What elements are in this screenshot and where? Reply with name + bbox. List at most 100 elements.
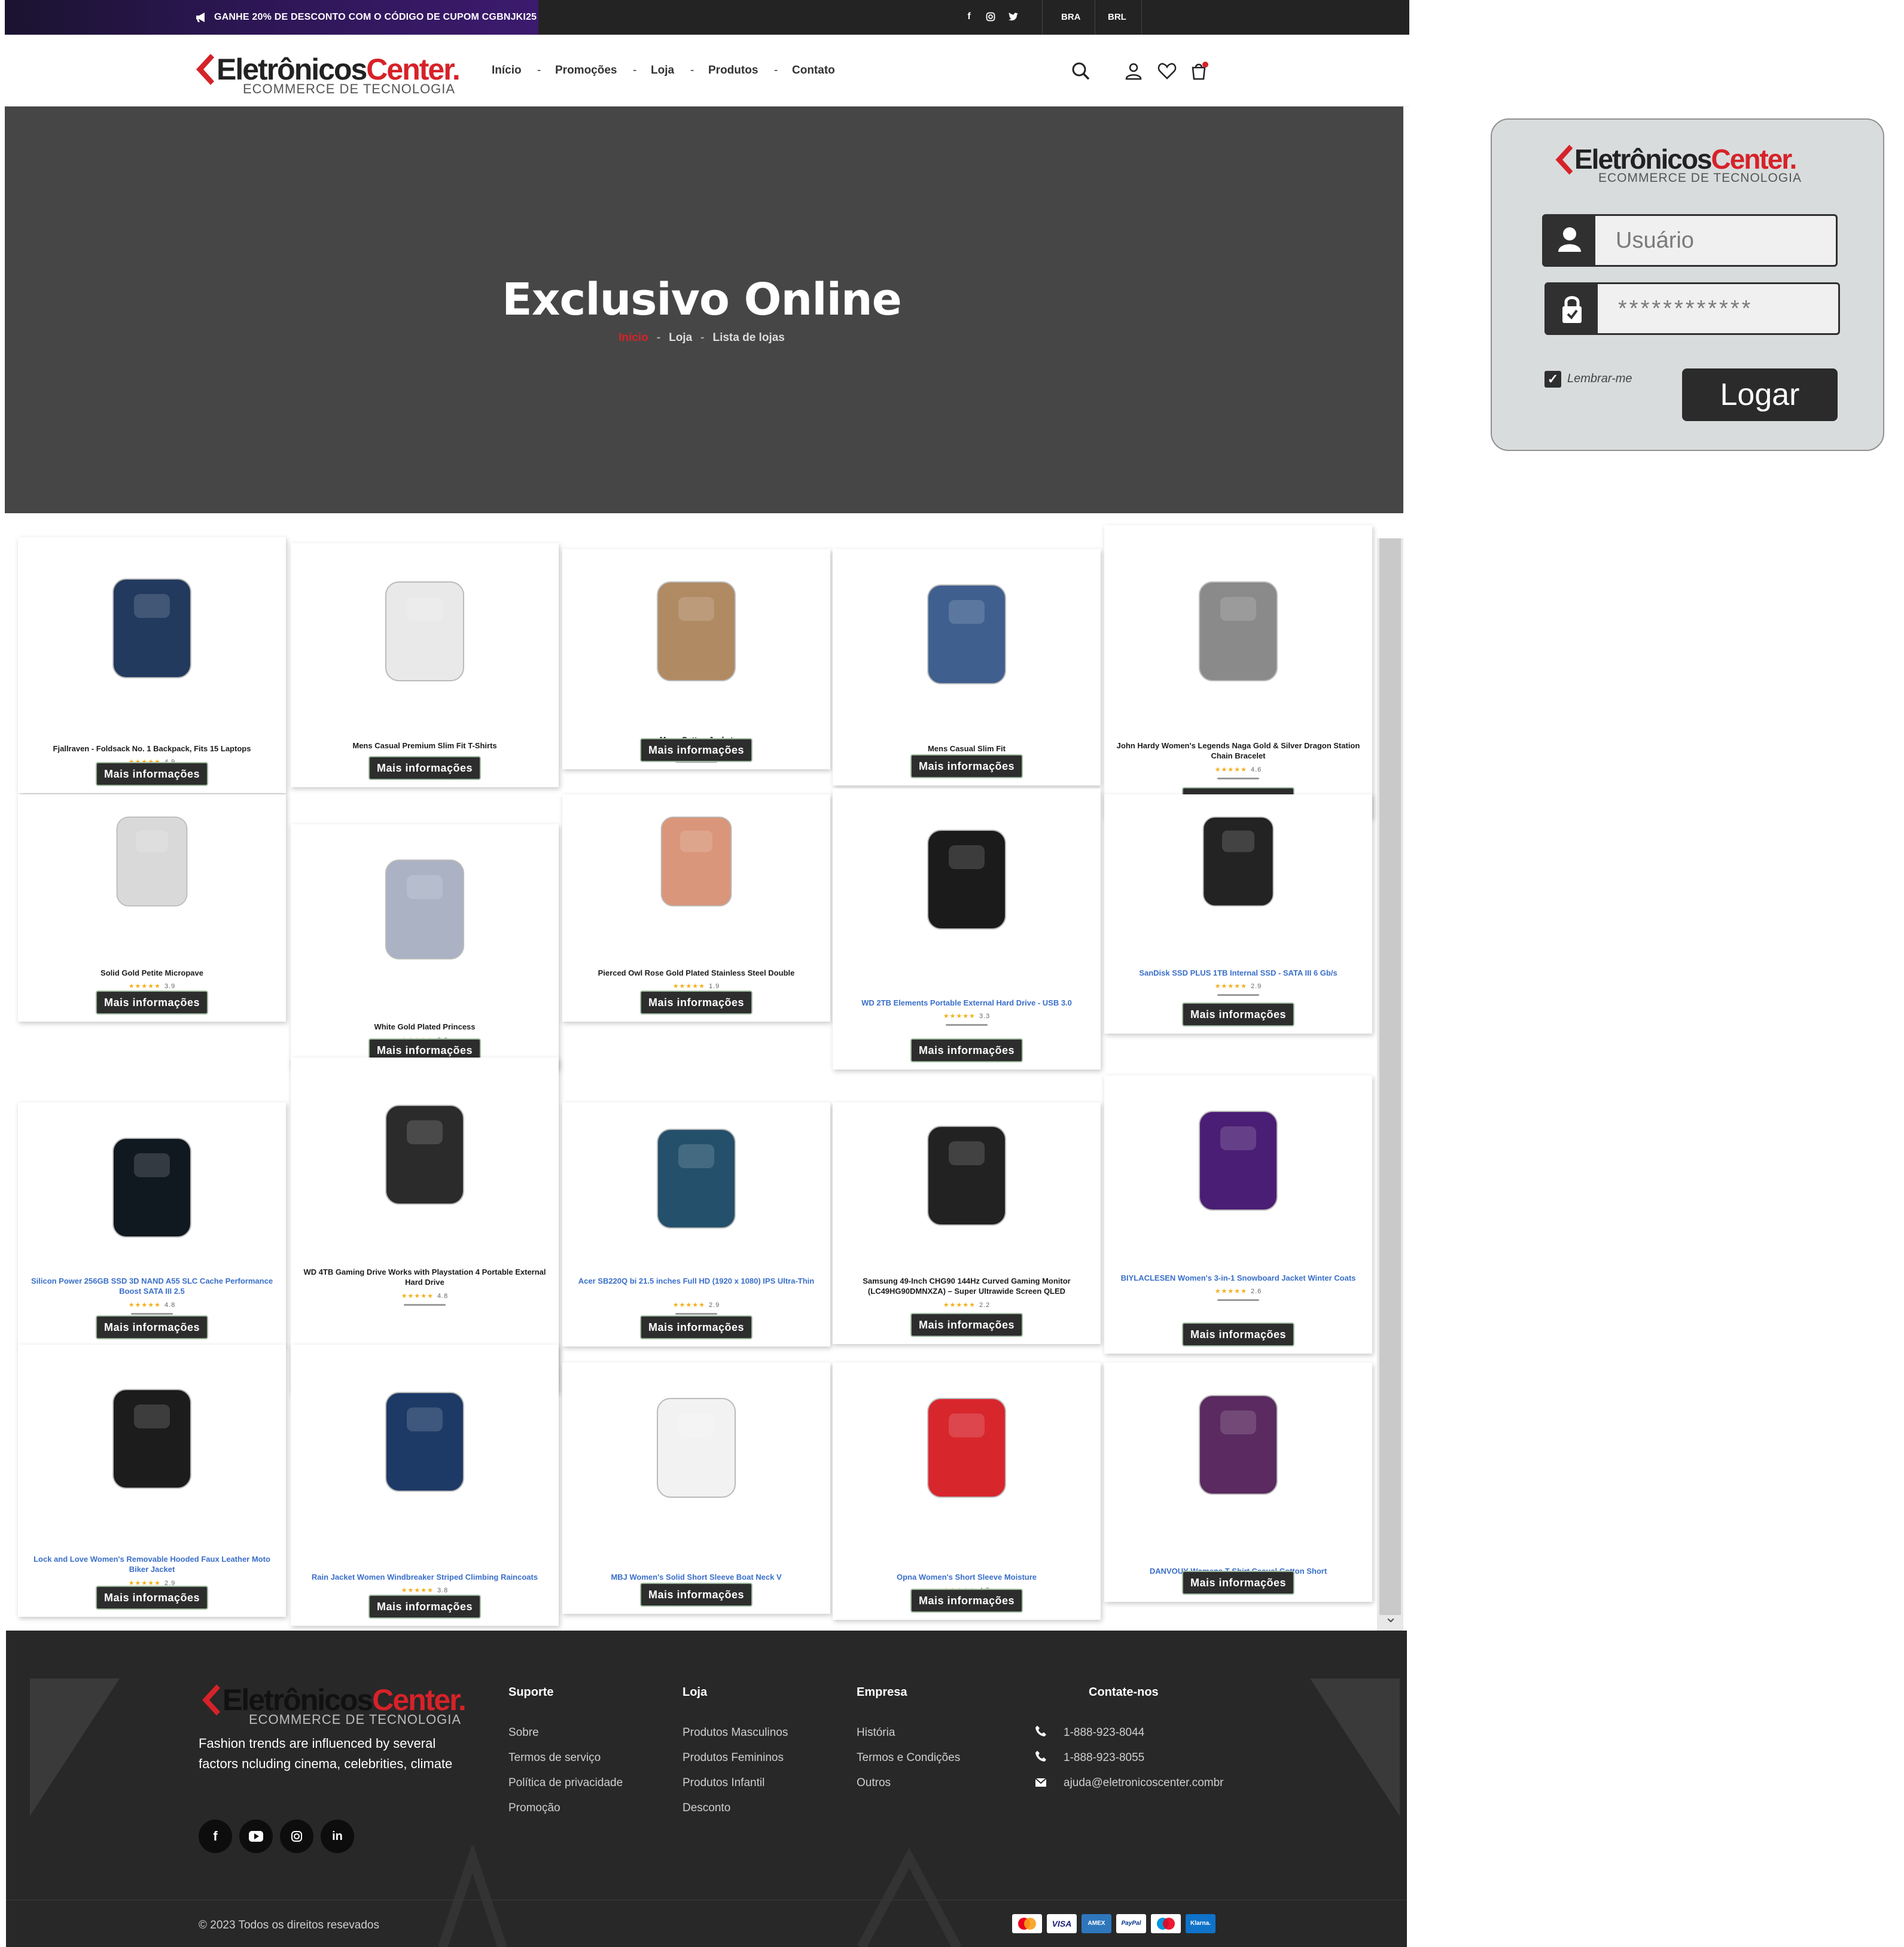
product-name[interactable]: White Gold Plated Princess <box>298 1022 552 1032</box>
product-name[interactable]: Fjallraven - Foldsack No. 1 Backpack, Fi… <box>25 744 279 754</box>
product-name[interactable]: WD 2TB Elements Portable External Hard D… <box>840 998 1093 1008</box>
product-name[interactable]: Pierced Owl Rose Gold Plated Stainless S… <box>569 968 823 978</box>
product-card[interactable]: Fjallraven - Foldsack No. 1 Backpack, Fi… <box>18 537 286 793</box>
product-image[interactable] <box>562 555 830 705</box>
footer-link[interactable]: Desconto <box>683 1802 730 1815</box>
footer-link[interactable]: Termos e Condições <box>857 1751 960 1765</box>
remember-me-checkbox[interactable]: ✓ <box>1544 371 1561 388</box>
more-info-button[interactable]: Mais informações <box>910 1038 1023 1062</box>
more-info-button[interactable]: Mais informações <box>910 1589 1023 1613</box>
product-image[interactable] <box>291 1351 559 1530</box>
instagram-icon[interactable] <box>280 1820 313 1853</box>
facebook-icon[interactable]: f <box>199 1820 232 1853</box>
product-image[interactable] <box>833 794 1101 962</box>
footer-link[interactable]: Sobre <box>508 1726 539 1739</box>
product-image[interactable] <box>1104 531 1372 729</box>
product-card[interactable]: Opna Women's Short Sleeve Moisture★★★★★4… <box>833 1363 1101 1620</box>
more-info-button[interactable]: Mais informações <box>910 1313 1023 1337</box>
footer-link[interactable]: Produtos Masculinos <box>683 1726 788 1739</box>
product-image[interactable] <box>18 543 286 711</box>
product-card[interactable]: Mens Casual Premium Slim Fit T-Shirts★★★… <box>291 543 559 787</box>
product-card[interactable]: Acer SB220Q bi 21.5 inches Full HD (1920… <box>562 1102 830 1346</box>
product-card[interactable]: Rain Jacket Women Windbreaker Striped Cl… <box>291 1345 559 1626</box>
more-info-button[interactable]: Mais informações <box>95 1586 209 1610</box>
scroll-down-icon[interactable]: ⌄ <box>1383 1609 1399 1625</box>
product-image[interactable] <box>1104 1081 1372 1237</box>
more-info-button[interactable]: Mais informações <box>95 762 209 786</box>
product-image[interactable] <box>562 1369 830 1524</box>
search-icon[interactable] <box>1071 61 1091 81</box>
footer-link[interactable]: Produtos Femininos <box>683 1751 784 1765</box>
product-image[interactable] <box>18 1351 286 1524</box>
product-image[interactable] <box>291 830 559 986</box>
product-image[interactable] <box>18 800 286 920</box>
product-image[interactable] <box>291 549 559 711</box>
cart-icon[interactable] <box>1189 61 1210 81</box>
product-name[interactable]: Solid Gold Petite Micropave <box>25 968 279 978</box>
phone-number-1[interactable]: 1-888-923-8044 <box>1064 1726 1144 1739</box>
product-name[interactable]: Acer SB220Q bi 21.5 inches Full HD (1920… <box>569 1276 823 1286</box>
more-info-button[interactable]: Mais informações <box>368 756 482 780</box>
product-image[interactable] <box>291 1064 559 1243</box>
breadcrumb-loja[interactable]: Loja <box>669 331 692 344</box>
product-name[interactable]: Opna Women's Short Sleeve Moisture <box>840 1572 1093 1582</box>
product-card[interactable]: Lock and Love Women's Removable Hooded F… <box>18 1345 286 1617</box>
product-card[interactable]: Pierced Owl Rose Gold Plated Stainless S… <box>562 794 830 1022</box>
youtube-icon[interactable] <box>239 1820 273 1853</box>
product-name[interactable]: SanDisk SSD PLUS 1TB Internal SSD - SATA… <box>1111 968 1365 978</box>
footer-link[interactable]: Promoção <box>508 1802 560 1815</box>
more-info-button[interactable]: Mais informações <box>639 991 753 1014</box>
more-info-button[interactable]: Mais informações <box>368 1595 482 1619</box>
product-card[interactable]: SanDisk SSD PLUS 1TB Internal SSD - SATA… <box>1104 794 1372 1034</box>
product-image[interactable] <box>562 1108 830 1246</box>
heart-icon[interactable] <box>1157 61 1177 81</box>
facebook-icon[interactable]: f <box>962 10 976 24</box>
phone-number-2[interactable]: 1-888-923-8055 <box>1064 1751 1144 1765</box>
more-info-button[interactable]: Mais informações <box>1181 1003 1295 1026</box>
product-card[interactable]: White Gold Plated Princess★★★★★3.0Mais i… <box>291 824 559 1070</box>
product-image[interactable] <box>18 1108 286 1264</box>
more-info-button[interactable]: Mais informações <box>95 991 209 1014</box>
breadcrumb-home[interactable]: Início <box>619 331 648 344</box>
product-image[interactable] <box>1104 800 1372 920</box>
product-card[interactable]: WD 2TB Elements Portable External Hard D… <box>833 788 1101 1070</box>
product-name[interactable]: Mens Casual Slim Fit <box>840 744 1093 754</box>
product-name[interactable]: Silicon Power 256GB SSD 3D NAND A55 SLC … <box>25 1276 279 1296</box>
product-card[interactable]: Solid Gold Petite Micropave ★★★★★ 3.9 Mais … <box>18 794 286 1022</box>
more-info-button[interactable]: Mais informações <box>1181 1571 1295 1595</box>
product-card[interactable]: Samsung 49-Inch CHG90 144Hz Curved Gamin… <box>833 1102 1101 1344</box>
product-image[interactable] <box>1104 1369 1372 1518</box>
product-name[interactable]: BIYLACLESEN Women's 3-in-1 Snowboard Jac… <box>1111 1273 1365 1283</box>
more-info-button[interactable]: Mais informações <box>910 754 1023 778</box>
footer-link[interactable]: Política de privacidade <box>508 1777 623 1790</box>
nav-promocoes[interactable]: Promoções <box>555 35 617 106</box>
country-selector[interactable]: BRA <box>1061 0 1081 35</box>
product-name[interactable]: WD 4TB Gaming Drive Works with Playstati… <box>298 1267 552 1287</box>
product-image[interactable] <box>562 800 830 920</box>
twitter-icon[interactable] <box>1006 10 1020 24</box>
product-name[interactable]: Rain Jacket Women Windbreaker Striped Cl… <box>298 1572 552 1582</box>
nav-loja[interactable]: Loja <box>651 35 674 106</box>
product-name[interactable]: MBJ Women's Solid Short Sleeve Boat Neck… <box>569 1572 823 1582</box>
product-name[interactable]: John Hardy Women's Legends Naga Gold & S… <box>1111 741 1365 761</box>
footer-link[interactable]: Produtos Infantil <box>683 1777 764 1790</box>
user-icon[interactable] <box>1123 61 1144 81</box>
password-field[interactable]: ************ <box>1544 282 1840 335</box>
more-info-button[interactable]: Mais informações <box>95 1315 209 1339</box>
username-field[interactable]: Usuário <box>1542 214 1838 267</box>
product-card[interactable]: Mens Casual Slim Fit★★★★★2.1Mais informa… <box>833 549 1101 785</box>
product-card[interactable]: MBJ Women's Solid Short Sleeve Boat Neck… <box>562 1363 830 1614</box>
product-card[interactable]: DANVOUY Womens T Shirt Casual Cotton Sho… <box>1104 1363 1372 1602</box>
more-info-button[interactable]: Mais informações <box>1181 1323 1295 1346</box>
product-card[interactable]: John Hardy Women's Legends Naga Gold & S… <box>1104 525 1372 818</box>
nav-produtos[interactable]: Produtos <box>708 35 758 106</box>
product-card[interactable]: Silicon Power 256GB SSD 3D NAND A55 SLC … <box>18 1102 286 1346</box>
footer-link[interactable]: Termos de serviço <box>508 1751 601 1765</box>
scrollbar-thumb[interactable] <box>1379 538 1401 1615</box>
product-card[interactable]: WD 4TB Gaming Drive Works with Playstati… <box>291 1058 559 1393</box>
more-info-button[interactable]: Mais informações <box>639 1583 753 1607</box>
product-image[interactable] <box>833 1369 1101 1524</box>
nav-inicio[interactable]: Início <box>492 35 522 106</box>
product-name[interactable]: Mens Casual Premium Slim Fit T-Shirts <box>298 741 552 751</box>
product-card[interactable]: Mens Cotton Jacket★★★★★4.7Mais informaçõ… <box>562 549 830 769</box>
